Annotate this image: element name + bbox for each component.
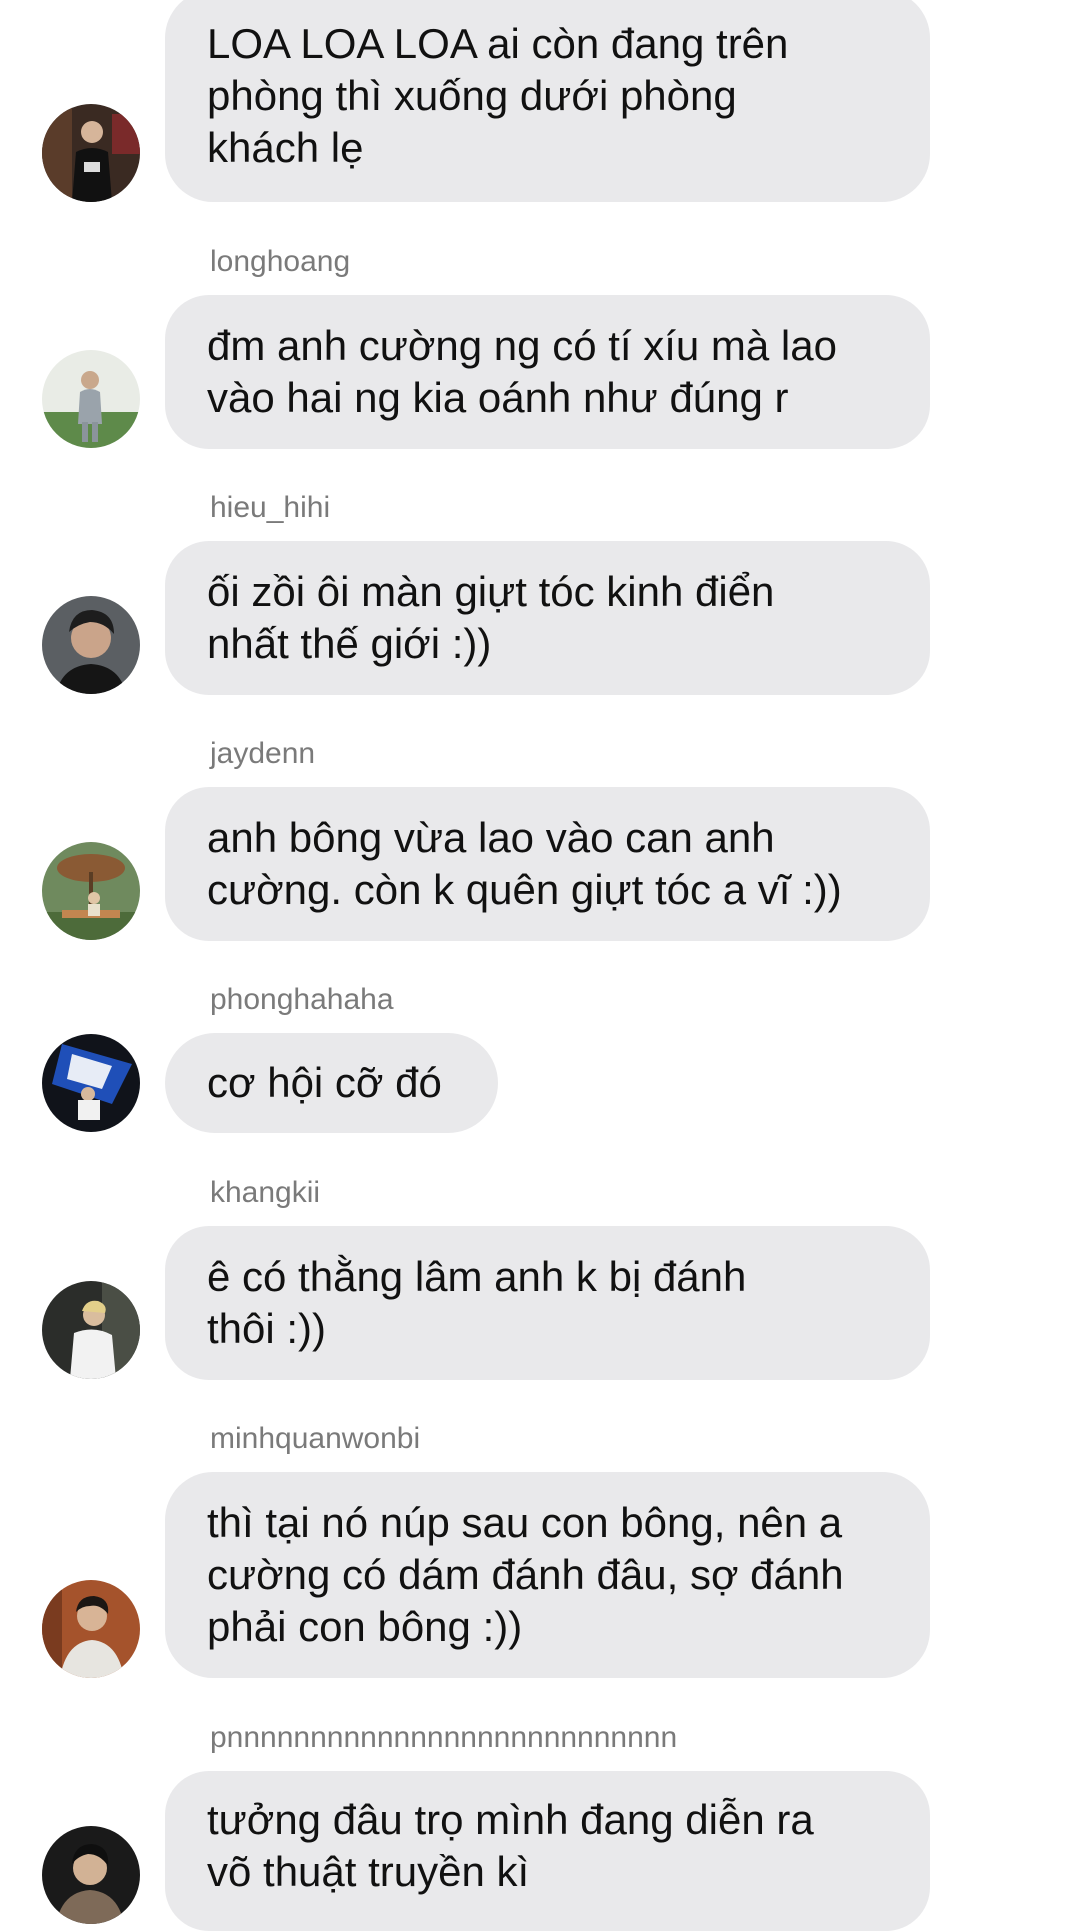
username[interactable]: hieu_hihi [210, 490, 330, 526]
avatar[interactable] [42, 350, 140, 448]
avatar-image [42, 596, 140, 694]
username[interactable]: khangkii [210, 1175, 320, 1211]
message-text: anh bông vừa lao vào can anh cường. còn … [207, 814, 842, 913]
avatar[interactable] [42, 1281, 140, 1379]
avatar[interactable] [42, 596, 140, 694]
message-text: tưởng đâu trọ mình đang diễn ra võ thuật… [207, 1796, 814, 1895]
avatar-image [42, 350, 140, 448]
message-bubble[interactable]: ê có thằng lâm anh k bị đánh thôi :)) [165, 1226, 930, 1380]
username[interactable]: longhoang [210, 244, 350, 280]
message-text: LOA LOA LOA ai còn đang trên phòng thì x… [207, 20, 789, 171]
avatar-image [42, 1281, 140, 1379]
avatar[interactable] [42, 104, 140, 202]
avatar[interactable] [42, 1826, 140, 1924]
message-text: thì tại nó núp sau con bông, nên a cường… [207, 1499, 844, 1650]
message-bubble[interactable]: tưởng đâu trọ mình đang diễn ra võ thuật… [165, 1771, 930, 1931]
message-text: đm anh cường ng có tí xíu mà lao vào hai… [207, 322, 837, 421]
avatar-image [42, 1580, 140, 1678]
message-bubble[interactable]: cơ hội cỡ đó [165, 1033, 498, 1133]
username[interactable]: pnnnnnnnnnnnnnnnnnnnnnnnnnnn [210, 1720, 677, 1756]
avatar-image [42, 1034, 140, 1132]
username[interactable]: jaydenn [210, 736, 315, 772]
avatar-image [42, 104, 140, 202]
message-bubble[interactable]: anh bông vừa lao vào can anh cường. còn … [165, 787, 930, 941]
avatar-image [42, 1826, 140, 1924]
username[interactable]: phonghahaha [210, 982, 394, 1018]
message-text: cơ hội cỡ đó [207, 1059, 442, 1106]
message-thread: LOA LOA LOA ai còn đang trên phòng thì x… [0, 0, 1080, 1931]
avatar-image [42, 842, 140, 940]
avatar[interactable] [42, 1580, 140, 1678]
message-bubble[interactable]: ối zồi ôi màn giựt tóc kinh điển nhất th… [165, 541, 930, 695]
avatar[interactable] [42, 1034, 140, 1132]
message-bubble[interactable]: LOA LOA LOA ai còn đang trên phòng thì x… [165, 0, 930, 202]
message-text: ê có thằng lâm anh k bị đánh thôi :)) [207, 1253, 747, 1352]
avatar[interactable] [42, 842, 140, 940]
message-text: ối zồi ôi màn giựt tóc kinh điển nhất th… [207, 568, 775, 667]
message-bubble[interactable]: thì tại nó núp sau con bông, nên a cường… [165, 1472, 930, 1678]
message-bubble[interactable]: đm anh cường ng có tí xíu mà lao vào hai… [165, 295, 930, 449]
username[interactable]: minhquanwonbi [210, 1421, 420, 1457]
